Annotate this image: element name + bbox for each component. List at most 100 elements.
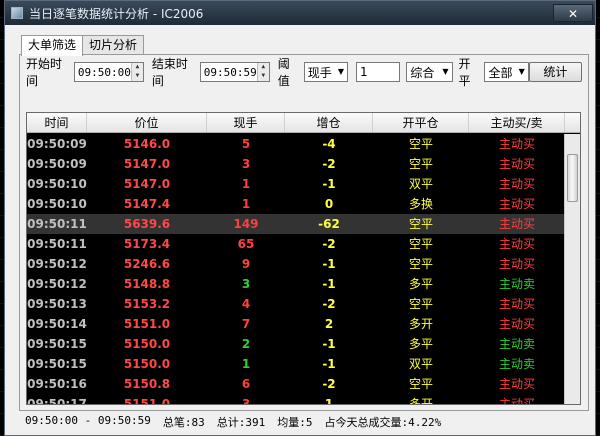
table-row[interactable]: 09:50:09 5146.0 5 -4 空平 主动买: [27, 134, 565, 154]
status-bar: 09:50:00 - 09:50:59 总笔:83 总计:391 均量:5 占今…: [25, 414, 441, 430]
table-row[interactable]: 09:50:15 5150.0 1 -1 双平 主动卖: [27, 354, 565, 374]
cell-time: 09:50:09: [27, 137, 87, 151]
start-time-value: 09:50:00: [77, 65, 131, 79]
cell-price: 5153.2: [123, 297, 171, 311]
cell-open-close: 空平: [408, 257, 433, 271]
cell-price: 5246.6: [123, 257, 171, 271]
table-row[interactable]: 09:50:12 5246.6 9 -1 空平 主动买: [27, 254, 565, 274]
tab-big-order-filter[interactable]: 大单筛选: [21, 35, 84, 56]
close-button[interactable]: ✕: [553, 4, 593, 22]
table-row[interactable]: 09:50:10 5147.4 1 0 多换 主动买: [27, 194, 565, 214]
start-time-label: 开始时间: [26, 57, 63, 88]
end-time-label: 结束时间: [151, 57, 188, 88]
cell-time: 09:50:12: [27, 257, 87, 271]
cell-oi-change: -2: [322, 157, 336, 171]
cell-open-close: 多平: [408, 337, 433, 351]
threshold-value-input[interactable]: 1: [356, 62, 401, 82]
table-row[interactable]: 09:50:09 5147.0 3 -2 空平 主动买: [27, 154, 565, 174]
cell-side: 主动卖: [498, 357, 535, 371]
filter-panel: 开始时间 09:50:00 ▲ ▼ 结束时间 09:50:59 ▲ ▼ 阈值 现手 …: [19, 54, 589, 411]
chevron-down-icon: ▼: [518, 67, 525, 76]
cell-open-close: 空平: [408, 157, 433, 171]
end-time-spinner[interactable]: ▲ ▼: [256, 63, 269, 81]
trade-table: 时间 价位 现手 增仓 开平仓 主动买/卖 09:50:09 5146.0 5 -4 空…: [26, 112, 581, 405]
client-area: 大单筛选 切片分析 开始时间 09:50:00 ▲ ▼ 结束时间 09:50:59…: [5, 25, 595, 435]
cell-side: 主动买: [498, 157, 535, 171]
cell-volume: 1: [241, 357, 251, 371]
cell-time: 09:50:10: [27, 197, 87, 211]
stat-button[interactable]: 统计: [528, 62, 582, 82]
cell-open-close: 空平: [408, 137, 433, 151]
column-header-open-close[interactable]: 开平仓: [373, 113, 469, 132]
status-avg: 均量:5: [277, 416, 313, 429]
cell-price: 5151.0: [123, 317, 171, 331]
table-row[interactable]: 09:50:14 5151.0 7 2 多开 主动买: [27, 314, 565, 334]
table-header: 时间 价位 现手 增仓 开平仓 主动买/卖: [27, 113, 580, 133]
cell-oi-change: 0: [324, 197, 334, 211]
column-header-side[interactable]: 主动买/卖: [469, 113, 565, 132]
cell-volume: 2: [241, 337, 251, 351]
table-row[interactable]: 09:50:10 5147.0 1 -1 双平 主动买: [27, 174, 565, 194]
cell-side: 主动买: [498, 377, 535, 391]
cell-time: 09:50:15: [27, 357, 87, 371]
threshold-label: 阈值: [277, 57, 290, 88]
table-row[interactable]: 09:50:17 5151.0 3 1 多开 主动买: [27, 394, 565, 405]
table-row[interactable]: 09:50:13 5153.2 4 -2 空平 主动买: [27, 294, 565, 314]
threshold-type-value: 现手: [307, 65, 332, 80]
cell-oi-change: -2: [322, 377, 336, 391]
cell-open-close: 空平: [408, 217, 433, 231]
tab-bar: 大单筛选 切片分析: [21, 35, 145, 56]
table-row[interactable]: 09:50:12 5148.8 3 -1 多平 主动卖: [27, 274, 565, 294]
chevron-down-icon: ▼: [442, 67, 449, 76]
start-time-field[interactable]: 09:50:00 ▲ ▼: [73, 62, 144, 82]
cell-volume: 149: [233, 217, 259, 231]
cell-side: 主动买: [498, 137, 535, 151]
cell-side: 主动买: [498, 317, 535, 331]
cell-time: 09:50:11: [27, 217, 87, 231]
column-header-volume[interactable]: 现手: [207, 113, 285, 132]
status-range: 09:50:00 - 09:50:59: [25, 414, 151, 427]
cell-volume: 6: [241, 377, 251, 391]
column-header-price[interactable]: 价位: [87, 113, 207, 132]
cell-side: 主动买: [498, 217, 535, 231]
app-icon: [11, 7, 23, 19]
table-row[interactable]: 09:50:15 5150.0 2 -1 多平 主动卖: [27, 334, 565, 354]
end-time-field[interactable]: 09:50:59 ▲ ▼: [199, 62, 270, 82]
column-header-oi-change[interactable]: 增仓: [285, 113, 373, 132]
cell-volume: 9: [241, 257, 251, 271]
mode-select[interactable]: 综合 ▼: [406, 62, 453, 82]
table-row[interactable]: 09:50:11 5639.6 149 -62 空平 主动买: [27, 214, 565, 234]
cell-price: 5148.8: [123, 277, 171, 291]
cell-side: 主动买: [498, 397, 535, 405]
cell-time: 09:50:16: [27, 377, 87, 391]
table-row[interactable]: 09:50:11 5173.4 65 -2 空平 主动买: [27, 234, 565, 254]
scrollbar-thumb[interactable]: [567, 154, 578, 202]
filter-row: 开始时间 09:50:00 ▲ ▼ 结束时间 09:50:59 ▲ ▼ 阈值 现手 …: [26, 57, 582, 88]
cell-open-close: 多平: [408, 277, 433, 291]
threshold-type-select[interactable]: 现手 ▼: [303, 62, 349, 82]
column-header-time[interactable]: 时间: [27, 113, 87, 132]
vertical-scrollbar[interactable]: [564, 134, 580, 404]
cell-oi-change: -1: [322, 257, 336, 271]
table-body: 09:50:09 5146.0 5 -4 空平 主动买 09:50:09 5147.0 3 -2 空…: [27, 134, 565, 405]
cell-side: 主动买: [498, 297, 535, 311]
cell-time: 09:50:17: [27, 397, 87, 405]
cell-oi-change: -4: [322, 137, 336, 151]
open-close-label: 开平: [458, 57, 471, 88]
cell-oi-change: -1: [322, 177, 336, 191]
cell-time: 09:50:10: [27, 177, 87, 191]
cell-oi-change: -1: [322, 277, 336, 291]
cell-volume: 3: [241, 277, 251, 291]
open-close-select[interactable]: 全部 ▼: [484, 62, 529, 82]
table-row[interactable]: 09:50:16 5150.8 6 -2 空平 主动买: [27, 374, 565, 394]
start-time-spinner[interactable]: ▲ ▼: [130, 63, 143, 81]
cell-volume: 3: [241, 397, 251, 405]
title-bar[interactable]: 当日逐笔数据统计分析 - IC2006 ✕: [5, 1, 595, 25]
stats-window: 当日逐笔数据统计分析 - IC2006 ✕ 大单筛选 切片分析 开始时间 09:…: [4, 0, 596, 436]
cell-open-close: 双平: [408, 177, 433, 191]
cell-time: 09:50:12: [27, 277, 87, 291]
tab-slice-analysis[interactable]: 切片分析: [82, 35, 145, 55]
cell-time: 09:50:15: [27, 337, 87, 351]
cell-volume: 1: [241, 197, 251, 211]
status-total: 总计:391: [216, 416, 266, 429]
